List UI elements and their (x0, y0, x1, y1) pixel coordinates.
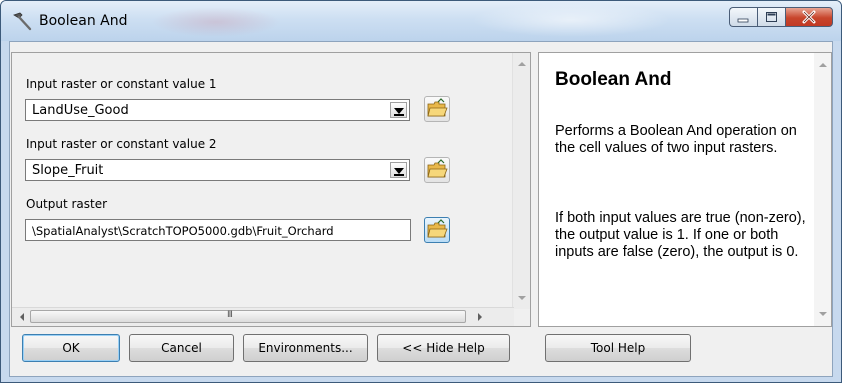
open-folder-icon (427, 159, 448, 178)
dialog-body: Input raster or constant value 1 LandUse… (9, 41, 833, 377)
close-icon (802, 10, 816, 24)
title-bar-decoration (471, 3, 671, 37)
horizontal-scroll-thumb[interactable]: III (30, 310, 466, 323)
help-panel: Boolean And Performs a Boolean And opera… (538, 52, 832, 327)
help-scrollbar[interactable] (814, 53, 831, 326)
minimize-icon (737, 18, 749, 23)
horizontal-scrollbar[interactable]: III (12, 307, 514, 326)
help-description: Performs a Boolean And operation on the … (555, 123, 797, 156)
maximize-icon (766, 12, 777, 22)
output-label: Output raster (26, 197, 108, 211)
scroll-down-icon[interactable] (514, 290, 530, 306)
cancel-button[interactable]: Cancel (129, 334, 234, 362)
output-value: \SpatialAnalyst\ScratchTOPO5000.gdb\Frui… (32, 224, 334, 238)
scroll-right-icon[interactable] (472, 309, 488, 325)
scroll-up-icon[interactable] (815, 57, 831, 73)
input1-browse-button[interactable] (424, 96, 450, 122)
tool-help-button[interactable]: Tool Help (545, 334, 691, 362)
parameters-panel: Input raster or constant value 1 LandUse… (11, 52, 531, 327)
scroll-down-icon[interactable] (815, 306, 831, 322)
help-title: Boolean And (555, 69, 672, 90)
minimize-button[interactable] (729, 7, 757, 27)
help-details: If both input values are true (non-zero)… (555, 210, 806, 260)
environments-button[interactable]: Environments... (243, 334, 368, 362)
chevron-down-icon[interactable] (390, 162, 407, 178)
input2-label: Input raster or constant value 2 (26, 137, 217, 151)
chevron-down-icon[interactable] (390, 102, 407, 118)
input1-label: Input raster or constant value 1 (26, 77, 217, 91)
hammer-icon (13, 12, 32, 31)
title-bar-decoration (151, 7, 281, 37)
output-raster-field[interactable]: \SpatialAnalyst\ScratchTOPO5000.gdb\Frui… (25, 219, 411, 241)
input1-combo[interactable]: LandUse_Good (25, 99, 410, 121)
dialog-window: Boolean And Input raster or constant val… (0, 0, 842, 383)
scroll-left-icon[interactable] (14, 309, 30, 325)
input2-value: Slope_Fruit (32, 163, 104, 178)
maximize-button[interactable] (757, 7, 785, 27)
ok-button[interactable]: OK (22, 334, 120, 362)
window-controls (729, 7, 833, 29)
input2-combo[interactable]: Slope_Fruit (25, 159, 410, 181)
output-browse-button[interactable] (424, 217, 450, 243)
input2-browse-button[interactable] (424, 157, 450, 183)
scroll-grip: III (227, 310, 233, 320)
scroll-up-icon[interactable] (514, 56, 530, 72)
window-title: Boolean And (39, 13, 128, 29)
hide-help-button[interactable]: << Hide Help (377, 334, 510, 362)
open-folder-icon (427, 219, 448, 238)
title-bar[interactable]: Boolean And (1, 1, 841, 41)
input1-value: LandUse_Good (32, 103, 129, 118)
vertical-scrollbar[interactable] (512, 53, 530, 309)
open-folder-icon (427, 98, 448, 117)
close-button[interactable] (785, 7, 833, 27)
